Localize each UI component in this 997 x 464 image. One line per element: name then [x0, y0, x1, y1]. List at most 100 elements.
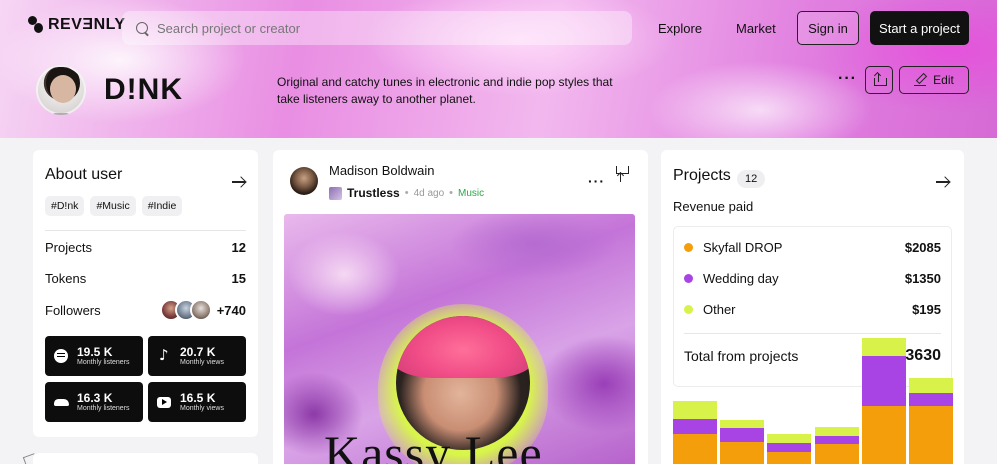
- sign-in-button[interactable]: Sign in: [797, 11, 859, 45]
- youtube-icon: [157, 396, 171, 408]
- bar-segment[interactable]: [673, 401, 717, 419]
- bar-segment[interactable]: [720, 442, 765, 464]
- stat-label: Tokens: [45, 271, 87, 286]
- arrow-right-icon[interactable]: [936, 181, 949, 183]
- bar-segment[interactable]: [673, 434, 717, 464]
- total-label: Total from projects: [684, 348, 799, 364]
- post-image[interactable]: Kassy Lee: [284, 214, 635, 464]
- share-icon: [873, 71, 887, 86]
- nav-explore[interactable]: Explore: [658, 21, 702, 36]
- bar-segment[interactable]: [767, 452, 812, 464]
- tag-dink[interactable]: #D!nk: [45, 196, 85, 216]
- logo-icon: [28, 16, 44, 34]
- follower-avatar: [190, 299, 212, 321]
- tile-label: Monthly listeners: [77, 359, 130, 366]
- project-thumbnail: [329, 186, 342, 200]
- bar-segment[interactable]: [720, 428, 765, 442]
- divider: [45, 230, 246, 231]
- tile-value: 16.5 K: [180, 391, 216, 405]
- edit-label: Edit: [933, 73, 954, 87]
- bar-segment[interactable]: [909, 378, 953, 393]
- bar-segment[interactable]: [767, 443, 812, 452]
- tile-value: 20.7 K: [180, 345, 216, 359]
- tag-indie[interactable]: #Indie: [141, 196, 183, 216]
- search-bar[interactable]: [122, 11, 632, 45]
- post-meta: Trustless • 4d ago • Music: [329, 186, 484, 200]
- revenue-breakdown: Skyfall DROP $2085 Wedding day $1350 Oth…: [673, 226, 952, 387]
- bar-segment[interactable]: [909, 393, 953, 406]
- bar-segment[interactable]: [673, 419, 717, 434]
- tile-label: Monthly listeners: [77, 405, 130, 412]
- bar-segment[interactable]: [720, 420, 765, 428]
- author-avatar[interactable]: [290, 167, 318, 195]
- bar-segment[interactable]: [767, 434, 812, 443]
- logo-text: REVƎNLY: [48, 16, 126, 33]
- arrow-right-icon[interactable]: [232, 181, 245, 183]
- revenue-amount: $1350: [904, 271, 941, 286]
- revenue-row[interactable]: Other $195: [684, 302, 941, 317]
- profile-name: D!NK: [104, 73, 183, 106]
- revenue-project-name: Skyfall DROP: [703, 240, 783, 255]
- post-card: Madison Boldwain Trustless • 4d ago • Mu…: [273, 150, 648, 464]
- stat-projects: Projects 12: [45, 240, 246, 255]
- bar-segment[interactable]: [861, 406, 906, 464]
- edit-profile-button[interactable]: Edit: [899, 66, 969, 94]
- stat-value: +740: [216, 303, 246, 318]
- tile-label: Monthly views: [180, 359, 224, 366]
- spotify-stat-tile[interactable]: 19.5 K Monthly listeners: [45, 336, 143, 376]
- stat-tokens: Tokens 15: [45, 271, 246, 286]
- tile-label: Monthly views: [180, 405, 224, 412]
- more-options-button[interactable]: ···: [838, 70, 857, 88]
- about-title: About user: [45, 166, 123, 183]
- bar-segment[interactable]: [814, 427, 859, 436]
- pencil-icon: [914, 74, 927, 86]
- secondary-card: [33, 453, 258, 464]
- bar-segment[interactable]: [909, 406, 953, 464]
- revenue-amount: $195: [912, 302, 941, 317]
- nav-market[interactable]: Market: [736, 21, 776, 36]
- search-icon: [136, 22, 148, 34]
- profile-description: Original and catchy tunes in electronic …: [277, 75, 613, 106]
- soundcloud-stat-tile[interactable]: 16.3 K Monthly listeners: [45, 382, 143, 422]
- stat-label: Projects: [45, 240, 92, 255]
- projects-title: Projects: [673, 167, 731, 184]
- image-headline: Kassy Lee: [324, 425, 543, 464]
- divider: [684, 333, 941, 334]
- separator-dot: •: [404, 187, 409, 199]
- tag-music[interactable]: #Music: [90, 196, 136, 216]
- revenue-stacked-bar-chart: [673, 338, 953, 464]
- tiktok-stat-tile[interactable]: 20.7 K Monthly views: [148, 336, 246, 376]
- post-time: 4d ago: [413, 187, 445, 199]
- post-category[interactable]: Music: [458, 188, 484, 199]
- start-project-button[interactable]: Start a project: [870, 11, 969, 45]
- revenue-label: Revenue paid: [673, 199, 754, 214]
- post-project-name[interactable]: Trustless: [347, 186, 400, 200]
- revenue-row[interactable]: Wedding day $1350: [684, 271, 941, 286]
- partial-icon: [22, 453, 38, 464]
- projects-card: Projects 12 Revenue paid Skyfall DROP $2…: [661, 150, 964, 464]
- search-input[interactable]: [157, 20, 597, 36]
- post-more-button[interactable]: ···: [588, 173, 605, 189]
- stat-value: 15: [231, 271, 246, 286]
- revenue-amount: $2085: [904, 240, 941, 255]
- bar-segment[interactable]: [814, 436, 859, 444]
- stat-followers[interactable]: Followers +740: [45, 303, 246, 318]
- legend-dot: [684, 305, 693, 314]
- bar-segment[interactable]: [814, 444, 859, 464]
- bar-segment[interactable]: [861, 338, 906, 356]
- profile-avatar: [36, 65, 86, 115]
- soundcloud-icon: [54, 395, 69, 409]
- youtube-stat-tile[interactable]: 16.5 K Monthly views: [148, 382, 246, 422]
- tiktok-icon: [157, 346, 171, 364]
- revenue-row[interactable]: Skyfall DROP $2085: [684, 240, 941, 255]
- brand-logo[interactable]: REVƎNLY: [28, 16, 126, 34]
- bar-segment[interactable]: [861, 356, 906, 406]
- post-author-name[interactable]: Madison Boldwain: [329, 163, 435, 178]
- tag-list: #D!nk #Music #Indie: [45, 196, 183, 216]
- stat-value: 12: [231, 240, 246, 255]
- share-profile-button[interactable]: [865, 66, 893, 94]
- stat-label: Followers: [45, 303, 101, 318]
- follower-avatars[interactable]: [160, 299, 212, 321]
- tile-value: 19.5 K: [77, 345, 113, 359]
- legend-dot: [684, 274, 693, 283]
